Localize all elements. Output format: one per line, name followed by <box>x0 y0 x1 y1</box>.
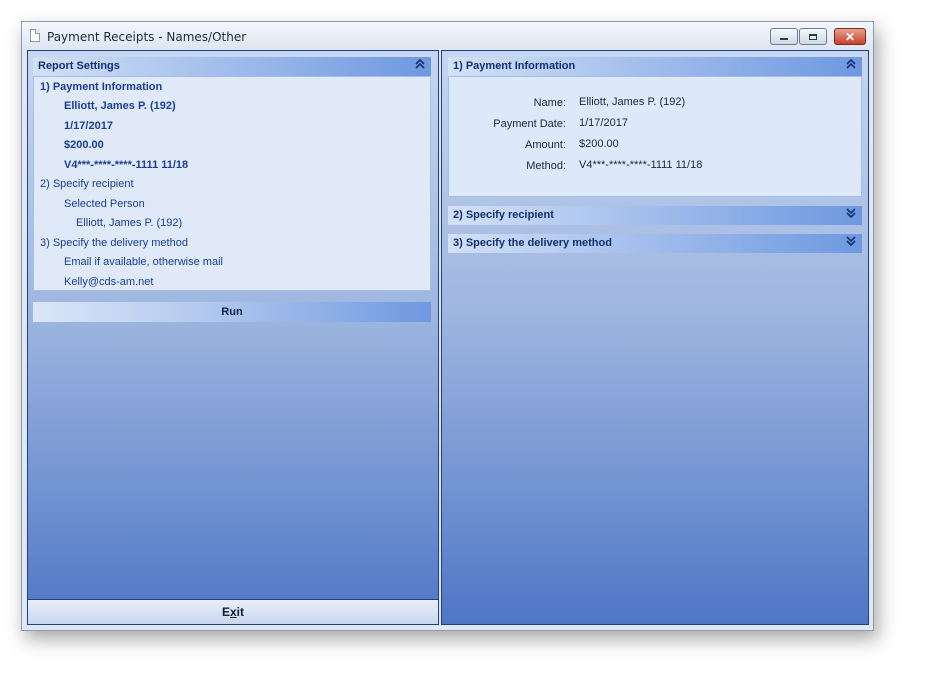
close-icon: ✕ <box>844 29 856 44</box>
tree-payment-name[interactable]: Elliott, James P. (192) <box>64 100 176 112</box>
tree-payment-information[interactable]: 1) Payment Information <box>40 81 162 93</box>
report-settings-pane: Report Settings 1) Payment Information E… <box>27 50 439 625</box>
expand-icon[interactable] <box>846 206 856 225</box>
report-settings-title: Report Settings <box>38 60 120 72</box>
tree-recipient-name[interactable]: Elliott, James P. (192) <box>76 217 182 229</box>
amount-value: $200.00 <box>579 138 619 150</box>
exit-label-accelerator: x <box>229 605 237 619</box>
amount-label: Amount: <box>525 139 566 151</box>
payment-information-panel: Name: Elliott, James P. (192) Payment Da… <box>448 76 862 197</box>
specify-recipient-title: 2) Specify recipient <box>453 209 554 221</box>
tree-delivery-email[interactable]: Kelly@cds-am.net <box>64 276 153 288</box>
name-label: Name: <box>533 97 566 109</box>
tree-delivery-method[interactable]: Email if available, otherwise mail <box>64 256 223 268</box>
name-value: Elliott, James P. (192) <box>579 96 686 108</box>
method-label: Method: <box>526 160 566 172</box>
report-settings-tree: 1) Payment Information Elliott, James P.… <box>33 76 431 291</box>
tree-payment-method[interactable]: V4***-****-****-1111 11/18 <box>64 159 188 171</box>
document-icon <box>30 29 40 42</box>
maximize-icon <box>809 33 817 40</box>
specify-recipient-header[interactable]: 2) Specify recipient <box>448 206 862 225</box>
exit-label-suffix: it <box>236 605 245 619</box>
tree-selected-person[interactable]: Selected Person <box>64 198 145 210</box>
minimize-icon <box>780 38 788 40</box>
tree-payment-amount[interactable]: $200.00 <box>64 139 104 151</box>
close-button[interactable]: ✕ <box>834 28 866 45</box>
expand-icon[interactable] <box>846 234 856 253</box>
run-label: Run <box>221 306 243 318</box>
maximize-button[interactable] <box>799 28 827 45</box>
payment-receipts-window: Payment Receipts - Names/Other ✕ Report … <box>21 21 874 631</box>
exit-label-prefix: E <box>221 605 230 619</box>
collapse-icon[interactable] <box>415 57 425 76</box>
method-value: V4***-****-****-1111 11/18 <box>579 159 703 171</box>
payment-information-header[interactable]: 1) Payment Information <box>448 57 862 76</box>
window-title: Payment Receipts - Names/Other <box>47 30 247 44</box>
run-button[interactable]: Run <box>33 302 431 322</box>
payment-information-title: 1) Payment Information <box>453 60 576 72</box>
collapse-icon[interactable] <box>846 57 856 76</box>
payment-date-value: 1/17/2017 <box>579 117 628 129</box>
delivery-method-header[interactable]: 3) Specify the delivery method <box>448 234 862 253</box>
payment-date-label: Payment Date: <box>493 118 566 130</box>
report-settings-header[interactable]: Report Settings <box>33 57 431 76</box>
tree-delivery-method-step[interactable]: 3) Specify the delivery method <box>40 237 188 249</box>
tree-payment-date[interactable]: 1/17/2017 <box>64 120 113 132</box>
exit-button[interactable]: Exit <box>28 599 438 624</box>
delivery-method-title: 3) Specify the delivery method <box>453 237 612 249</box>
title-bar: Payment Receipts - Names/Other ✕ <box>22 22 873 49</box>
minimize-button[interactable] <box>770 28 798 45</box>
tree-specify-recipient[interactable]: 2) Specify recipient <box>40 178 134 190</box>
details-pane: 1) Payment Information Name: Elliott, Ja… <box>441 50 869 625</box>
